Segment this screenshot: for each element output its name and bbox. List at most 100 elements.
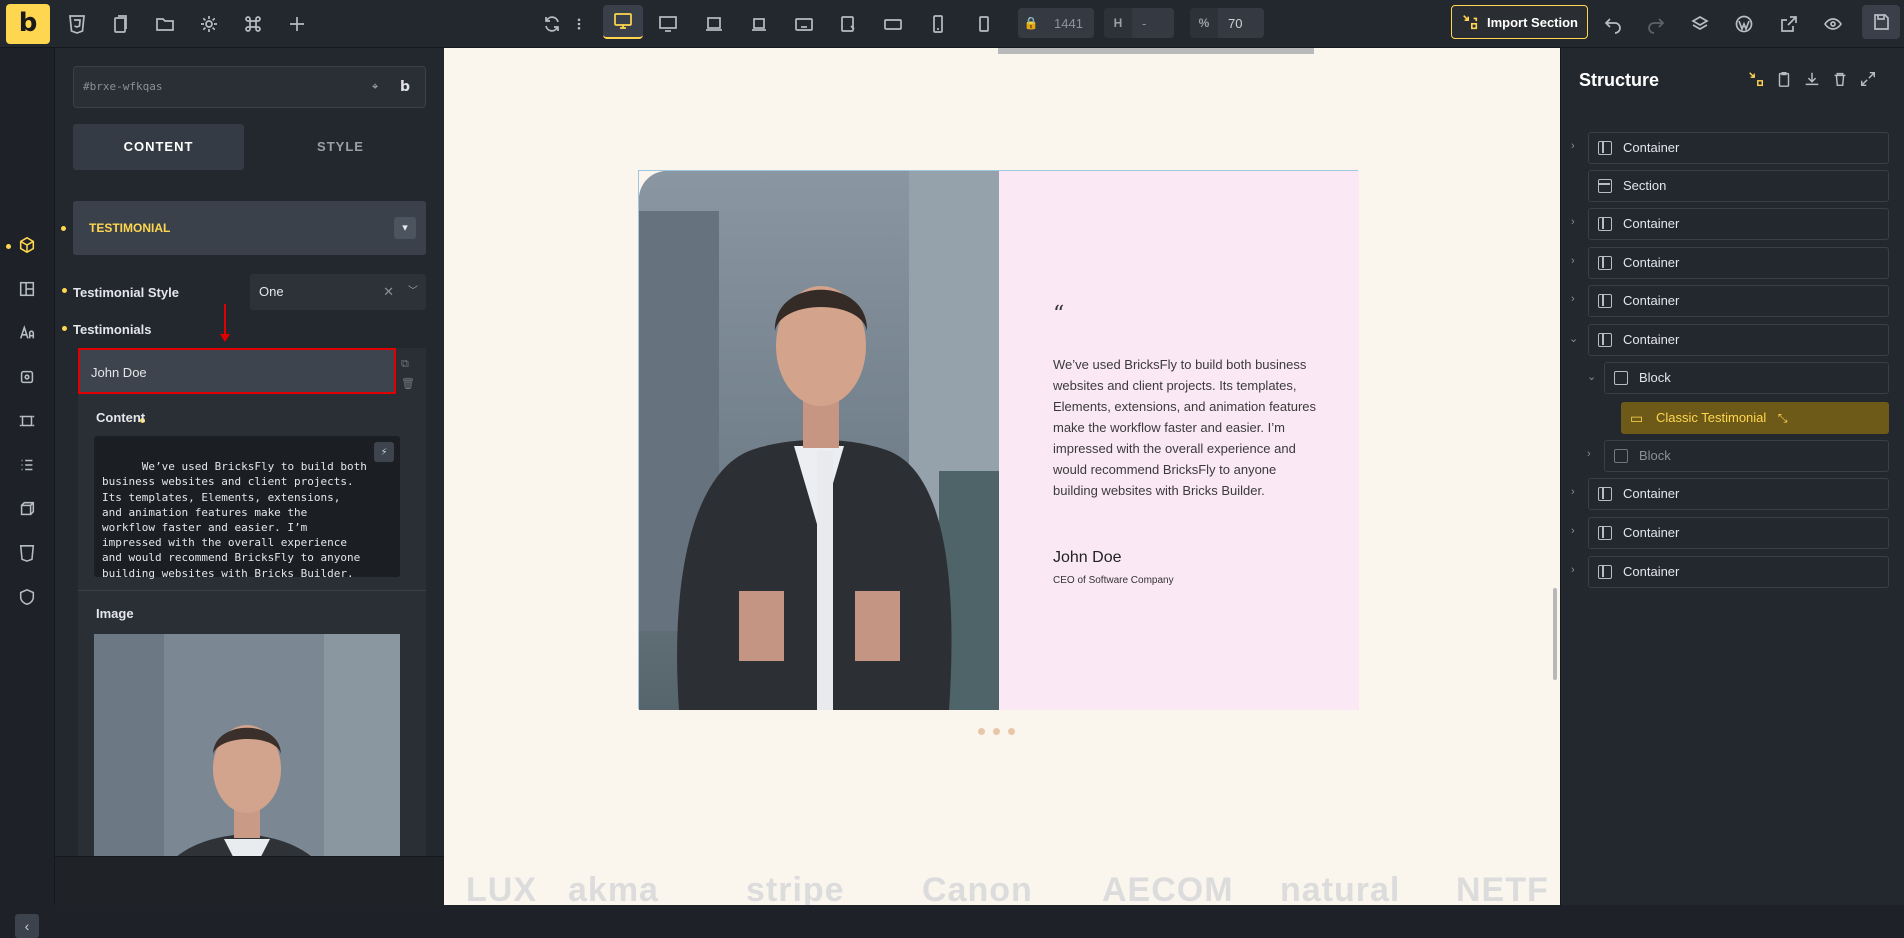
more-vertical-icon[interactable] (572, 10, 586, 38)
expand-icon[interactable] (1859, 70, 1877, 88)
structure-item-container[interactable]: Container (1588, 285, 1889, 317)
css-icon[interactable] (14, 540, 40, 566)
structure-item-block[interactable]: Block (1604, 362, 1889, 394)
canvas-zoom-field[interactable]: % 70 (1190, 8, 1264, 38)
plus-icon[interactable] (283, 10, 311, 38)
mobile-landscape-icon[interactable] (879, 10, 907, 38)
import-icon[interactable] (1747, 70, 1765, 88)
element-id-field[interactable]: #brxe-wfkqas ⌖ b (73, 66, 426, 108)
refresh-icon[interactable] (538, 10, 566, 38)
chevron-right-icon[interactable]: › (1571, 564, 1575, 576)
wordpress-icon[interactable] (1730, 10, 1758, 38)
canvas-scrollbar[interactable] (1553, 588, 1557, 680)
brand-logo: natural (1280, 871, 1401, 905)
chevron-down-icon[interactable]: ▾ (394, 217, 416, 239)
tab-content[interactable]: CONTENT (73, 124, 244, 170)
ai-sparkle-icon[interactable]: ⚡ (374, 442, 394, 462)
bricks-logo[interactable]: b (6, 4, 50, 44)
testimonial-card[interactable]: “ We’ve used BricksFly to build both bus… (638, 170, 1359, 710)
brand-logo: stripe (746, 871, 845, 905)
laptop-small-icon[interactable] (745, 10, 773, 38)
tab-style[interactable]: STYLE (255, 124, 426, 170)
logo-strip: LUX akma stripe Canon AECOM natural NETF (444, 863, 1560, 905)
chevron-right-icon[interactable]: › (1571, 293, 1575, 305)
trash-icon[interactable] (1831, 70, 1849, 88)
box-3d-icon[interactable] (14, 496, 40, 522)
brand-logo: akma (568, 871, 659, 905)
author-name[interactable]: John Doe (1053, 549, 1122, 567)
components-icon[interactable] (14, 364, 40, 390)
repeater-item-john-doe[interactable]: John Doe (78, 348, 396, 394)
builder-canvas: “ We’ve used BricksFly to build both bus… (444, 48, 1560, 905)
chevron-down-icon[interactable]: ⌄ (1587, 370, 1596, 383)
element-settings-panel: #brxe-wfkqas ⌖ b CONTENT STYLE TESTIMONI… (55, 48, 444, 905)
structure-item-section[interactable]: Section (1588, 170, 1889, 202)
tablet-icon[interactable] (834, 10, 862, 38)
chevron-down-icon[interactable]: ⌄ (1569, 332, 1578, 345)
chevron-right-icon[interactable]: › (1587, 448, 1591, 460)
download-icon[interactable] (1803, 70, 1821, 88)
redo-icon[interactable] (1642, 10, 1670, 38)
chevron-down-icon[interactable]: ﹀ (408, 274, 418, 310)
desktop-wide-icon[interactable] (654, 10, 682, 38)
content-textarea[interactable]: We’ve used BricksFly to build both busin… (94, 436, 400, 580)
structure-item-container[interactable]: Container (1588, 556, 1889, 588)
lock-icon[interactable]: 🔒 (1018, 16, 1044, 30)
collapse-panel-button[interactable]: ‹ (15, 914, 39, 938)
grid-dots-icon[interactable] (14, 452, 40, 478)
pages-icon[interactable] (106, 10, 134, 38)
structure-item-container[interactable]: Container (1588, 208, 1889, 240)
elements-cube-icon[interactable] (14, 232, 40, 258)
structure-item-block[interactable]: Block (1604, 440, 1889, 472)
author-role[interactable]: CEO of Software Company (1053, 575, 1174, 586)
left-icon-rail: ‹ (0, 48, 55, 938)
css3-icon[interactable] (63, 10, 91, 38)
shield-icon[interactable] (14, 584, 40, 610)
laptop-icon[interactable] (700, 10, 728, 38)
mobile-icon[interactable] (924, 10, 952, 38)
layers-icon[interactable] (1686, 10, 1714, 38)
structure-item-container-expanded[interactable]: Container (1588, 324, 1889, 356)
command-icon[interactable] (239, 10, 267, 38)
clear-icon[interactable]: ✕ (383, 274, 394, 310)
eye-icon[interactable] (1819, 10, 1847, 38)
import-section-button[interactable]: Import Section (1451, 5, 1588, 39)
chevron-right-icon[interactable]: › (1571, 525, 1575, 537)
chevron-right-icon[interactable]: › (1571, 140, 1575, 152)
cursor-select-icon[interactable]: ⌖ (372, 67, 378, 107)
pagination-dot[interactable] (978, 728, 985, 735)
mobile-small-icon[interactable] (970, 10, 998, 38)
testimonial-photo[interactable] (639, 171, 999, 710)
testimonial-group-header[interactable]: TESTIMONIAL ▾ (73, 201, 426, 255)
typography-icon[interactable] (14, 320, 40, 346)
bricks-b-icon[interactable]: b (400, 67, 410, 107)
testimonial-style-select[interactable]: One ✕ ﹀ (250, 274, 426, 310)
chevron-right-icon[interactable]: › (1571, 255, 1575, 267)
structure-item-container[interactable]: Container (1588, 247, 1889, 279)
structure-item-container[interactable]: Container (1588, 132, 1889, 164)
trash-icon[interactable]: 🗑 (401, 374, 415, 394)
chevron-right-icon[interactable]: › (1571, 216, 1575, 228)
layout-icon[interactable] (14, 276, 40, 302)
chevron-right-icon[interactable]: › (1571, 486, 1575, 498)
save-icon[interactable] (1862, 5, 1900, 39)
structure-item-classic-testimonial[interactable]: ▭ Classic Testimonial ⤡ (1621, 402, 1889, 434)
tablet-landscape-icon[interactable] (790, 10, 818, 38)
structure-item-container[interactable]: Container (1588, 517, 1889, 549)
duplicate-icon[interactable]: ⧉ (401, 354, 415, 374)
pagination-dot[interactable] (1008, 728, 1015, 735)
external-link-icon[interactable] (1775, 10, 1803, 38)
gear-icon[interactable] (195, 10, 223, 38)
container-icon (1598, 256, 1612, 270)
pagination-dot[interactable] (993, 728, 1000, 735)
structure-item-container[interactable]: Container (1588, 478, 1889, 510)
red-arrow-annotation (220, 304, 230, 342)
undo-icon[interactable] (1599, 10, 1627, 38)
testimonial-text[interactable]: We’ve used BricksFly to build both busin… (1053, 354, 1321, 501)
clipboard-icon[interactable] (1775, 70, 1793, 88)
canvas-height-field[interactable]: H - (1104, 8, 1174, 38)
desktop-breakpoint-icon[interactable] (603, 5, 643, 39)
canvas-width-field[interactable]: 🔒 1441 (1018, 8, 1094, 38)
folder-icon[interactable] (151, 10, 179, 38)
frame-icon[interactable] (14, 408, 40, 434)
